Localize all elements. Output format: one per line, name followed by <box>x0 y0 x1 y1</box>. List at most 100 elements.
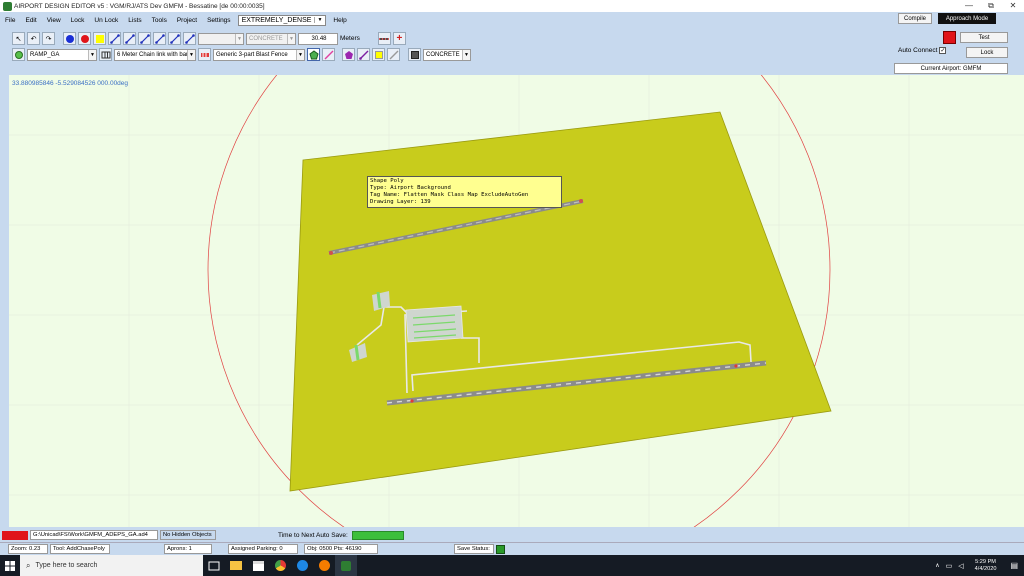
toolbar-objects: RAMP_GA ▼ 6 Meter Chain link with bar ▼ Ge… <box>12 47 471 62</box>
empty-select[interactable]: ▼ <box>198 32 244 45</box>
clock[interactable]: 5:29 PM 4/4/2020 <box>975 559 997 573</box>
width-input[interactable]: 30.48 <box>298 32 338 45</box>
menu-project[interactable]: Project <box>172 17 202 24</box>
line-tool-2-icon[interactable] <box>123 32 136 45</box>
autosave-progress <box>351 530 404 540</box>
chevron-down-icon: ▼ <box>314 17 322 23</box>
close-button[interactable]: ✕ <box>1002 0 1024 12</box>
minimize-button[interactable]: — <box>958 0 980 12</box>
auto-connect-label: Auto Connect <box>898 47 938 54</box>
network-icon[interactable]: ▭ <box>946 562 953 570</box>
volume-icon[interactable]: ◁ <box>958 562 963 570</box>
surface-value: CONCRETE <box>249 35 283 42</box>
fence-icon[interactable] <box>99 48 112 61</box>
surface-select-2[interactable]: CONCRETE ▼ <box>423 48 471 61</box>
compile-button[interactable]: Compile <box>898 13 932 24</box>
firefox-icon[interactable] <box>313 555 335 576</box>
system-tray: ∧ ▭ ◁ 5:29 PM 4/4/2020 ▤ <box>932 555 1024 576</box>
menu-edit[interactable]: Edit <box>20 17 41 24</box>
green-marker-icon[interactable] <box>12 48 25 61</box>
chrome-icon[interactable] <box>269 555 291 576</box>
window-title: AIRPORT DESIGN EDITOR v5 : VGM/RJ/ATS De… <box>14 2 265 10</box>
red-point-tool-icon[interactable] <box>78 32 91 45</box>
title-bar: AIRPORT DESIGN EDITOR v5 : VGM/RJ/ATS De… <box>0 0 1024 12</box>
line-tool-6-icon[interactable] <box>183 32 196 45</box>
surface-fill-icon[interactable] <box>408 48 421 61</box>
width-unit-label: Meters <box>340 35 360 42</box>
redo-icon[interactable]: ↷ <box>42 32 55 45</box>
gray-line-tool-icon[interactable] <box>387 48 400 61</box>
purple-shape-tool-icon[interactable] <box>342 48 355 61</box>
menu-view[interactable]: View <box>42 17 66 24</box>
density-value: EXTREMELY_DENSE <box>241 16 312 24</box>
tool-mode-field: Tool: AddChasePoly <box>50 544 110 554</box>
ramp-select[interactable]: RAMP_GA ▼ <box>27 48 97 61</box>
color-swatch[interactable] <box>943 31 956 44</box>
density-select[interactable]: EXTREMELY_DENSE ▼ <box>237 14 327 26</box>
maximize-button[interactable]: ⧉ <box>980 0 1002 12</box>
menu-file[interactable]: File <box>0 17 20 24</box>
apron[interactable] <box>405 305 464 343</box>
notification-icon[interactable]: ▤ <box>1010 561 1018 570</box>
blast-fence-value: Generic 3-part Blast Fence <box>216 51 288 58</box>
yellow-fill-tool-icon[interactable] <box>372 48 385 61</box>
approach-mode-button[interactable]: Approach Mode <box>938 13 996 24</box>
blue-point-tool-icon[interactable] <box>63 32 76 45</box>
shape-tooltip: Shape Poly Type: Airport Background Tag … <box>367 176 562 208</box>
search-icon: ⌕ <box>26 560 31 570</box>
surface-value-2: CONCRETE <box>426 51 460 58</box>
app-icon <box>3 1 12 11</box>
add-icon[interactable]: + <box>392 32 406 45</box>
window-controls: — ⧉ ✕ <box>958 0 1024 12</box>
menu-lock[interactable]: Lock <box>66 17 90 24</box>
test-button[interactable]: Test <box>960 32 1008 43</box>
blast-fence-select[interactable]: Generic 3-part Blast Fence ▼ <box>213 48 305 61</box>
menu-help[interactable]: Help <box>328 17 351 24</box>
taskbar-search[interactable]: ⌕ Type here to search <box>20 555 203 576</box>
surface-select[interactable]: CONCRETE ▼ <box>246 32 296 45</box>
aprons-field: Aprons: 1 <box>164 544 212 554</box>
edge-icon[interactable] <box>291 555 313 576</box>
right-panel: Compile Approach Mode Test Auto Connect … <box>894 13 1018 75</box>
auto-connect-checkbox[interactable]: ✓ <box>939 47 947 54</box>
line-tool-3-icon[interactable] <box>138 32 151 45</box>
menu-lists[interactable]: Lists <box>123 17 146 24</box>
cursor-coordinates: 33.880985846 -5.529084526 000.00deg <box>12 80 129 87</box>
search-placeholder: Type here to search <box>35 562 98 569</box>
taskbar: ⌕ Type here to search ∧ ▭ ◁ 5:29 PM 4/4/… <box>0 555 1024 576</box>
map-canvas[interactable]: 33.880985846 -5.529084526 000.00deg Shap… <box>9 75 1024 527</box>
purple-line-tool-icon[interactable] <box>357 48 370 61</box>
task-view-icon[interactable] <box>203 555 225 576</box>
pointer-tool-icon[interactable]: ↖ <box>12 32 25 45</box>
windows-start-icon[interactable] <box>0 555 20 576</box>
menu-unlock[interactable]: Un Lock <box>89 17 123 24</box>
menu-settings[interactable]: Settings <box>202 17 236 24</box>
runway-lights-icon[interactable] <box>377 32 391 45</box>
line-tool-1-icon[interactable] <box>108 32 121 45</box>
menu-tools[interactable]: Tools <box>147 17 172 24</box>
file-path-field: G:\Unicad\FS\Work\GMFM_ADEPS_GA.ad4 <box>30 530 158 540</box>
airport-background-poly[interactable] <box>289 111 832 492</box>
file-explorer-icon[interactable] <box>225 555 247 576</box>
store-icon[interactable] <box>247 555 269 576</box>
blast-fence-icon[interactable] <box>198 48 211 61</box>
line-tool-4-icon[interactable] <box>153 32 166 45</box>
tray-chevron-icon[interactable]: ∧ <box>935 562 939 569</box>
tooltip-line-type: Type: Airport Background <box>370 185 451 191</box>
parking-field: Assigned Parking: 0 <box>228 544 298 554</box>
airport-drawing[interactable] <box>9 75 1024 527</box>
menu-bar: File Edit View Lock Un Lock Lists Tools … <box>0 13 900 27</box>
polygon-tool-icon[interactable] <box>307 48 320 61</box>
yellow-square-tool-icon[interactable] <box>93 32 106 45</box>
fence-select[interactable]: 6 Meter Chain link with bar ▼ <box>114 48 196 61</box>
line-tool-5-icon[interactable] <box>168 32 181 45</box>
airport-editor-taskbar-icon[interactable] <box>335 555 357 576</box>
toolbar-drawing: ↖ ↶ ↷ ▼ CONCRETE ▼ 30.48 Meters + <box>12 31 406 46</box>
current-airport-label: Current Airport: GMFM <box>894 63 1008 74</box>
undo-icon[interactable]: ↶ <box>27 32 40 45</box>
tooltip-line-layer: Drawing Layer: 139 <box>370 199 431 205</box>
status-bar-top: G:\Unicad\FS\Work\GMFM_ADEPS_GA.ad4 No H… <box>0 528 1024 542</box>
pink-line-tool-icon[interactable] <box>322 48 335 61</box>
lock-button[interactable]: Lock <box>966 47 1008 58</box>
autosave-label: Time to Next Auto Save: <box>278 531 348 539</box>
